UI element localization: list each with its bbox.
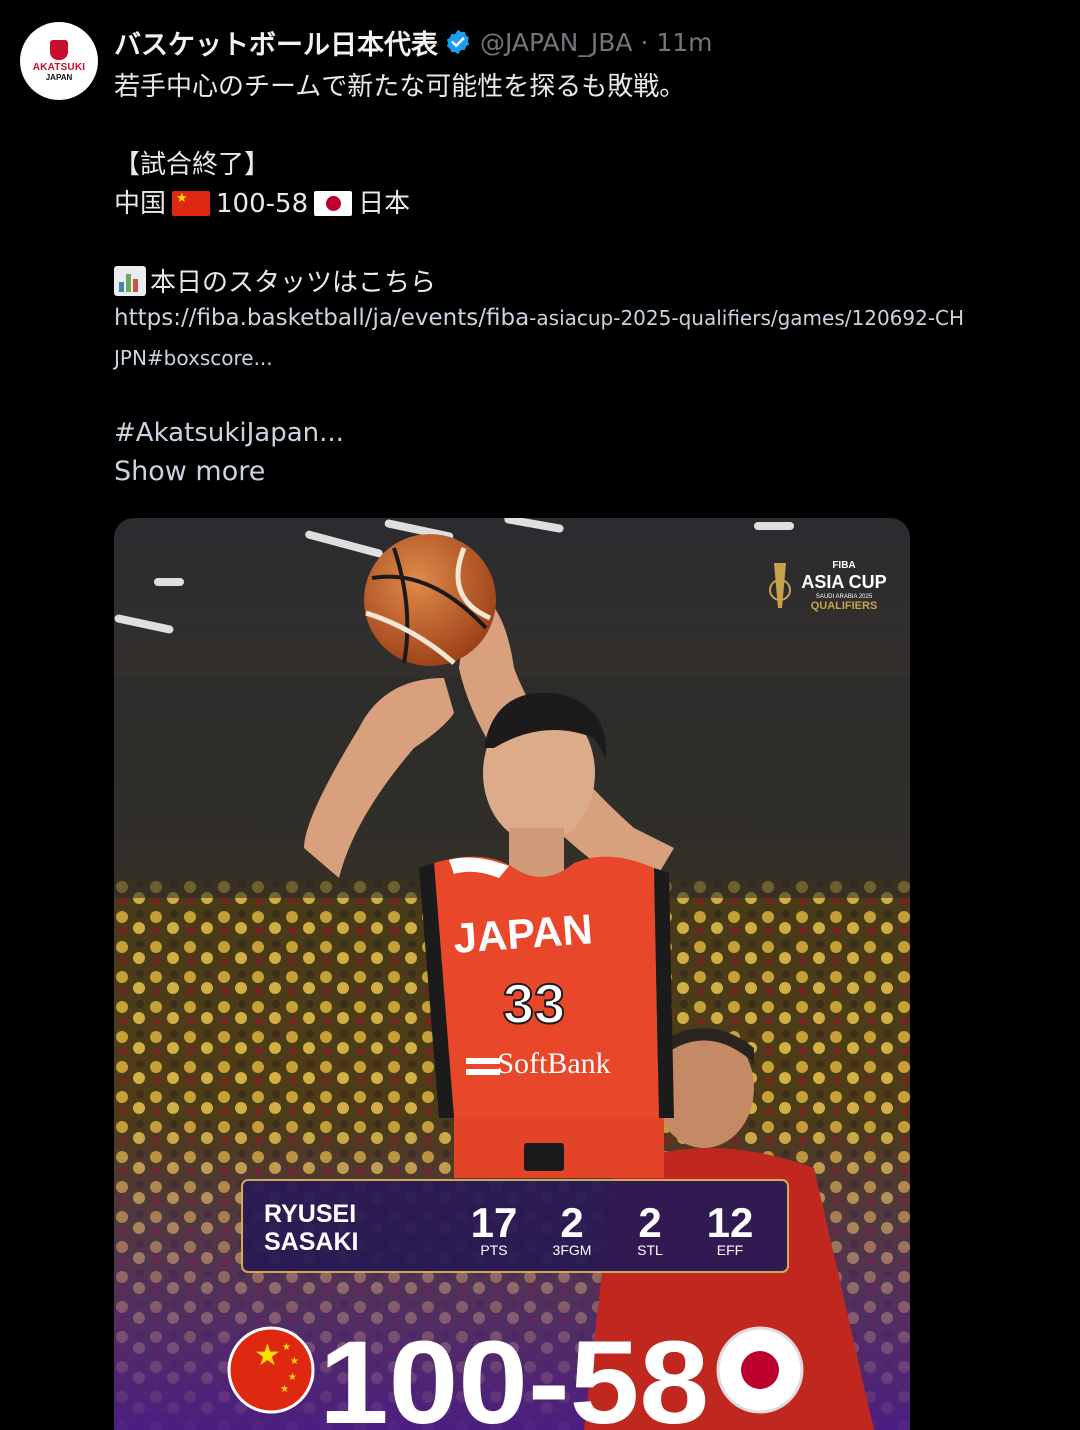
- basketball: [364, 534, 496, 666]
- player-first-name: RYUSEI: [264, 1200, 356, 1228]
- svg-text:★: ★: [290, 1356, 299, 1367]
- avatar-text-1: AKATSUKI: [32, 62, 86, 73]
- stats-text: 本日のスタッツはこちら: [150, 268, 437, 298]
- post-header: バスケットボール日本代表 @JAPAN_JBA · 11m: [114, 22, 713, 62]
- link-part-1[interactable]: https://fiba.basketball/ja/events/fiba: [114, 305, 529, 331]
- team2-label: 日本: [358, 189, 411, 219]
- jersey-number-text: 33: [503, 972, 565, 1035]
- logo-fiba-text: FIBA: [832, 560, 855, 571]
- stats-line: 本日のスタッツはこちら: [114, 262, 436, 299]
- stat-pts-label: PTS: [480, 1242, 507, 1258]
- stat-eff-label: EFF: [717, 1242, 743, 1258]
- logo-qualifiers-text: QUALIFIERS: [811, 600, 878, 612]
- avatar-text-2: JAPAN: [45, 73, 73, 82]
- china-flag-icon: [172, 191, 211, 216]
- stats-panel: RYUSEI SASAKI 17 PTS 2 3FGM 2 STL 12 EFF: [241, 1179, 789, 1273]
- timestamp[interactable]: · 11m: [640, 28, 712, 57]
- stat-3fgm-value: 2: [560, 1199, 583, 1246]
- japan-flag-icon: [314, 191, 353, 216]
- score-line: 中国 100-58 日本: [114, 183, 410, 220]
- team1-label: 中国: [114, 189, 167, 219]
- bar-chart-emoji-icon: [114, 266, 146, 296]
- svg-text:★: ★: [254, 1338, 281, 1373]
- link-part-2[interactable]: -asiacup-2025-qualifiers/games/120692-CH: [529, 306, 964, 330]
- svg-text:★: ★: [282, 1342, 291, 1353]
- avatar[interactable]: AKATSUKI JAPAN: [20, 22, 98, 100]
- jersey-team-text: JAPAN: [452, 905, 594, 962]
- stat-stl-value: 2: [638, 1199, 661, 1246]
- stat-3fgm-label: 3FGM: [553, 1242, 592, 1258]
- verified-badge-icon: [446, 29, 470, 55]
- show-more-link[interactable]: Show more: [114, 456, 265, 487]
- post-line-1: 若手中心のチームで新たな可能性を探るも敗戦。: [114, 72, 686, 102]
- stat-pts-value: 17: [471, 1199, 518, 1246]
- handle[interactable]: @JAPAN_JBA: [480, 28, 632, 57]
- post-image[interactable]: JAPAN 33 SoftBank FIBA ASIA CUP SAUDI AR…: [114, 518, 910, 1430]
- svg-text:★: ★: [288, 1372, 297, 1383]
- stats-link[interactable]: https://fiba.basketball/ja/events/fiba-a…: [114, 305, 964, 331]
- player-last-name: SASAKI: [264, 1228, 358, 1256]
- final-score-text: 100-58: [319, 1317, 709, 1430]
- jersey-sponsor-text: SoftBank: [497, 1047, 610, 1080]
- game-graphic: JAPAN 33 SoftBank FIBA ASIA CUP SAUDI AR…: [114, 518, 910, 1430]
- svg-text:★: ★: [280, 1384, 289, 1395]
- post-line-2: 【試合終了】: [114, 150, 271, 180]
- avatar-logo-mark: [50, 40, 68, 60]
- stat-stl-label: STL: [637, 1242, 663, 1258]
- stats-link-line-2[interactable]: JPN#boxscore...: [114, 346, 273, 370]
- logo-title-text: ASIA CUP: [801, 572, 886, 592]
- hashtag-link[interactable]: #AkatsukiJapan...: [114, 418, 344, 448]
- score-value: 100-58: [216, 189, 309, 219]
- stat-eff-value: 12: [707, 1199, 754, 1246]
- display-name[interactable]: バスケットボール日本代表: [114, 23, 438, 62]
